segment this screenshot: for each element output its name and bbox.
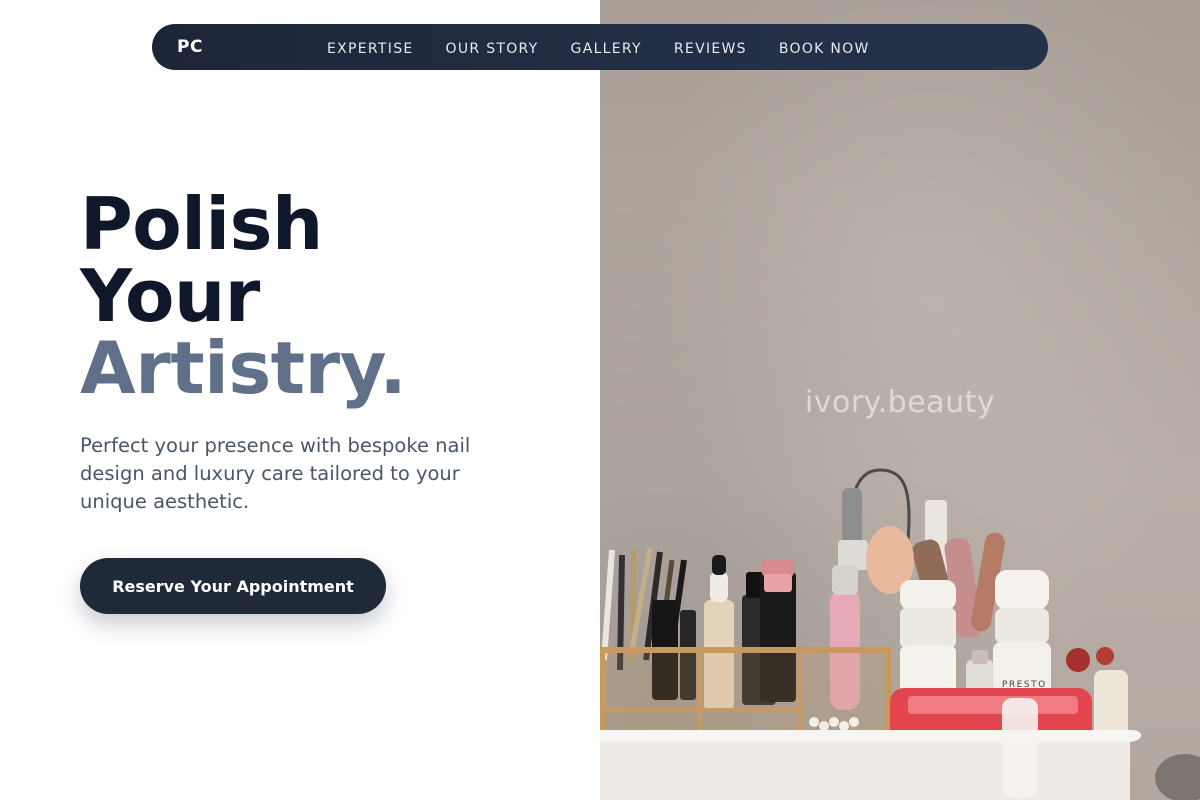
nav-link-reviews[interactable]: REVIEWS <box>674 41 747 57</box>
headline-line-2: Your <box>80 254 260 338</box>
headline-line-3: Artistry. <box>80 326 407 410</box>
nav-links: EXPERTISE OUR STORY GALLERY REVIEWS BOOK… <box>327 24 870 70</box>
hero-headline: Polish Your Artistry. <box>80 188 560 404</box>
logo[interactable]: PC <box>177 24 203 70</box>
hero-photo: ivory.beauty PRESTO <box>600 0 1200 800</box>
nav-link-book-now[interactable]: BOOK NOW <box>779 41 870 57</box>
hero-subtitle: Perfect your presence with bespoke nail … <box>80 434 471 513</box>
nav-link-gallery[interactable]: GALLERY <box>571 41 642 57</box>
main-navbar: PC EXPERTISE OUR STORY GALLERY REVIEWS B… <box>152 24 1048 70</box>
nail-products-illustration: PRESTO <box>600 468 1200 800</box>
nav-link-our-story[interactable]: OUR STORY <box>446 41 539 57</box>
headline-line-1: Polish <box>80 182 323 266</box>
reserve-appointment-button[interactable]: Reserve Your Appointment <box>80 558 386 614</box>
nav-link-expertise[interactable]: EXPERTISE <box>327 41 414 57</box>
image-watermark: ivory.beauty <box>804 385 996 420</box>
hero-section: Polish Your Artistry. Perfect your prese… <box>80 188 560 614</box>
landing-page: ivory.beauty PRESTO PC EXPERTISE OUR STO… <box>0 0 1200 800</box>
